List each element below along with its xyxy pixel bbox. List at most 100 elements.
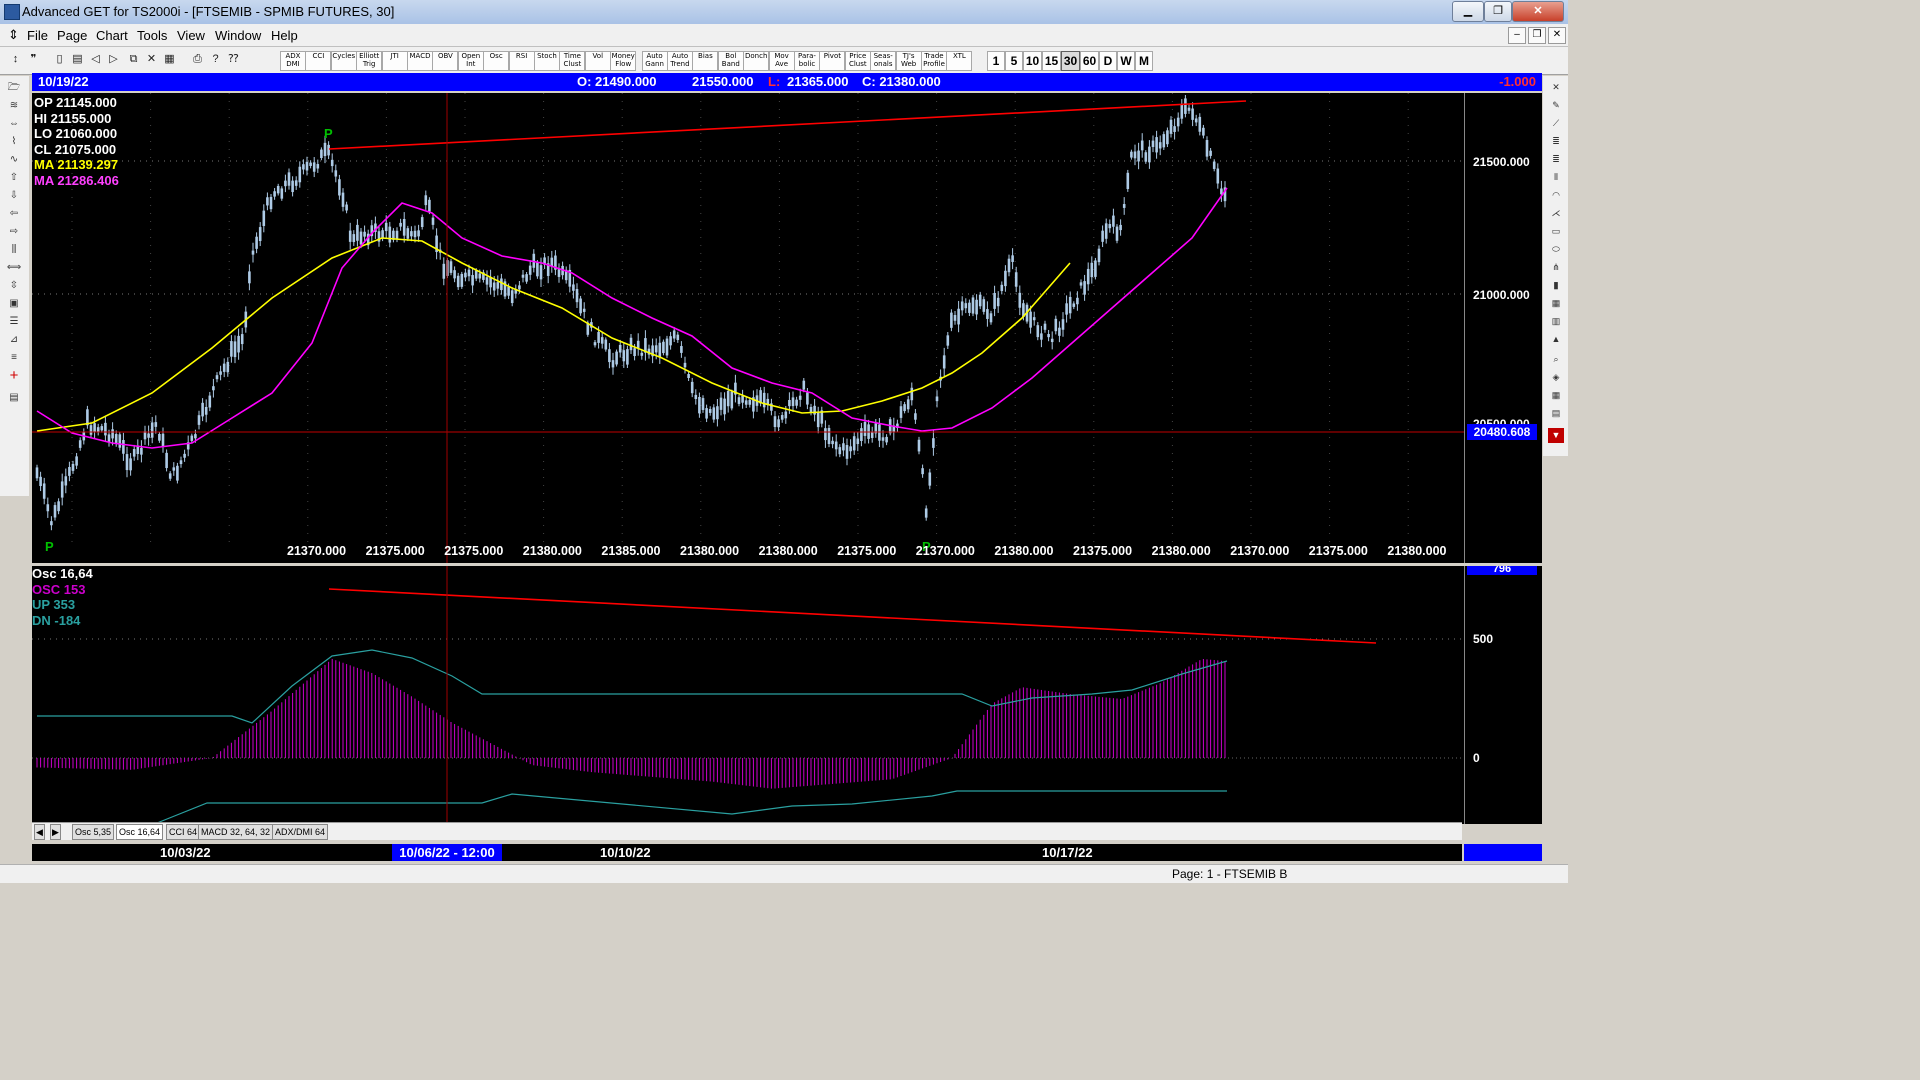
properties-icon[interactable]: ▤ <box>4 390 24 405</box>
timeframe-button-w[interactable]: W <box>1117 51 1135 71</box>
restore-button[interactable]: ❐ <box>1484 1 1512 22</box>
indicator-button-seas-onals[interactable]: Seas-onals <box>870 51 897 71</box>
arrow-up-icon[interactable]: ⇧ <box>4 170 24 185</box>
indicator-button-macd[interactable]: MACD <box>407 51 433 71</box>
indicator-button-elliott-trig[interactable]: Elliott Trig <box>356 51 383 71</box>
calendar-icon[interactable]: ▦ <box>1548 388 1564 403</box>
close-tool-icon[interactable]: ✕ <box>1548 80 1564 95</box>
mdi-minimize-button[interactable]: – <box>1508 27 1526 44</box>
indicator-button-auto-gann[interactable]: Auto Gann <box>641 51 668 71</box>
indicator-button-para-bolic[interactable]: Para-bolic <box>794 51 820 71</box>
folder-icon[interactable]: 🗁 <box>4 80 24 95</box>
indicator-button-adx-dmi[interactable]: ADX DMI <box>280 51 306 71</box>
indicator-button-bol-band[interactable]: Bol Band <box>717 51 744 71</box>
text-tool-icon[interactable]: ▲ <box>1548 332 1564 347</box>
back-icon[interactable]: ◁ <box>88 52 103 67</box>
box-icon[interactable]: ▣ <box>4 296 24 311</box>
zoom-icon[interactable]: ⌕ <box>1548 352 1564 367</box>
timeframe-button-60[interactable]: 60 <box>1080 51 1099 71</box>
open-icon[interactable]: ▤ <box>70 52 85 67</box>
indicator-button-pivot[interactable]: Pivot <box>819 51 846 71</box>
tab-adx-dmi[interactable]: ADX/DMI 64 <box>272 824 329 840</box>
timeframe-button-15[interactable]: 15 <box>1042 51 1061 71</box>
tool-zigzag-icon[interactable]: ≋ <box>4 98 24 113</box>
tab-scroll-left[interactable]: ◀ <box>34 824 45 840</box>
delete-icon[interactable]: ✕ <box>144 52 159 67</box>
mdi-restore-button[interactable]: ❐ <box>1528 27 1546 44</box>
fib-ret-icon[interactable]: ≣ <box>1548 134 1564 149</box>
quote-icon[interactable]: ❞ <box>26 52 41 67</box>
fan-icon[interactable]: ⋌ <box>1548 206 1564 221</box>
forward-icon[interactable]: ▷ <box>106 52 121 67</box>
price-chart[interactable]: OP 21145.000 HI 21155.000 LO 21060.000 C… <box>32 93 1542 563</box>
resistance-trendline[interactable] <box>328 100 1247 150</box>
pitchfork-icon[interactable]: ⋔ <box>1548 260 1564 275</box>
indicator-button-open-int[interactable]: Open Int <box>457 51 484 71</box>
timeframe-button-10[interactable]: 10 <box>1023 51 1042 71</box>
channel-icon[interactable]: ▭ <box>1548 224 1564 239</box>
bars-icon[interactable]: ⫼ <box>4 242 24 257</box>
menu-file[interactable]: File <box>27 28 48 43</box>
indicator-button-auto-trend[interactable]: Auto Trend <box>667 51 693 71</box>
new-icon[interactable]: ▯ <box>52 52 67 67</box>
indicator-button-mov-ave[interactable]: Mov Ave <box>768 51 795 71</box>
crosshair-icon[interactable]: + <box>4 368 24 383</box>
indicator-button-obv[interactable]: OBV <box>432 51 459 71</box>
tab-scroll-right[interactable]: ▶ <box>50 824 61 840</box>
timeframe-button-1[interactable]: 1 <box>987 51 1005 71</box>
close-button[interactable]: ✕ <box>1512 1 1564 22</box>
tab-osc-16-64[interactable]: Osc 16,64 <box>116 824 164 840</box>
expand-horizontal-icon[interactable]: ⟺ <box>4 260 24 275</box>
tab-macd[interactable]: MACD 32, 64, 32 <box>198 824 274 840</box>
mob-icon[interactable]: ▥ <box>1548 314 1564 329</box>
indicator-button-trade-profile[interactable]: Trade Profile <box>921 51 947 71</box>
print-icon[interactable]: ⎙ <box>190 52 205 67</box>
copy-icon[interactable]: ⧉ <box>126 52 141 67</box>
arc-icon[interactable]: ◠ <box>1548 188 1564 203</box>
gann-icon[interactable]: ⊿ <box>4 332 24 347</box>
indicator-button-bias[interactable]: Bias <box>692 51 719 71</box>
indicator-button-price-clust[interactable]: Price Clust <box>844 51 871 71</box>
oscillator-chart[interactable]: Osc 16,64 OSC 153 UP 353 DN -184 796 500… <box>32 566 1542 824</box>
indicator-button-stoch[interactable]: Stoch <box>534 51 560 71</box>
timeframe-button-d[interactable]: D <box>1099 51 1117 71</box>
indicator-button-xtl[interactable]: XTL <box>946 51 973 71</box>
indicator-button-vol[interactable]: Vol <box>584 51 611 71</box>
ellipse-icon[interactable]: ⬭ <box>1548 242 1564 257</box>
indicator-button-time-clust[interactable]: Time Clust <box>559 51 586 71</box>
mdi-close-button[interactable]: ✕ <box>1548 27 1566 44</box>
reset-icon[interactable]: ⇔ <box>4 116 24 131</box>
menu-help[interactable]: Help <box>271 28 298 43</box>
timeframe-button-m[interactable]: M <box>1135 51 1153 71</box>
menu-view[interactable]: View <box>177 28 205 43</box>
menu-page[interactable]: Page <box>57 28 87 43</box>
pti-icon[interactable]: ▮ <box>1548 278 1564 293</box>
elliott-icon[interactable]: ∿ <box>4 152 24 167</box>
fib-ext-icon[interactable]: ≣ <box>1548 152 1564 167</box>
grid-tool-icon[interactable]: ▦ <box>1548 296 1564 311</box>
study-icon[interactable]: ⌇ <box>4 134 24 149</box>
fib-icon[interactable]: ≡ <box>4 350 24 365</box>
list-icon[interactable]: ▤ <box>1548 406 1564 421</box>
oscillator-canvas[interactable] <box>32 566 1542 824</box>
indicator-button-donch[interactable]: Donch <box>743 51 770 71</box>
grid-icon[interactable]: ▦ <box>162 52 177 67</box>
menu-chart[interactable]: Chart <box>96 28 128 43</box>
indicator-button-osc[interactable]: Osc <box>483 51 510 71</box>
paint-icon[interactable]: ◈ <box>1548 370 1564 385</box>
timeframe-button-5[interactable]: 5 <box>1005 51 1023 71</box>
lines-icon[interactable]: ☰ <box>4 314 24 329</box>
menu-tools[interactable]: Tools <box>137 28 167 43</box>
oscillator-trendline[interactable] <box>328 588 1377 644</box>
minimize-button[interactable]: ▁ <box>1452 1 1484 22</box>
context-help-icon[interactable]: ⁇ <box>226 52 241 67</box>
menu-window[interactable]: Window <box>215 28 261 43</box>
arrow-down-icon[interactable]: ⇩ <box>4 188 24 203</box>
price-scale[interactable]: 21500.000 21000.000 20500.000 20480.608 <box>1464 93 1542 563</box>
oscillator-scale[interactable]: 796 500 0 <box>1464 566 1542 824</box>
expand-vertical-icon[interactable]: ⇳ <box>4 278 24 293</box>
fib-time-icon[interactable]: ⫴ <box>1548 170 1564 185</box>
arrow-left-icon[interactable]: ⇦ <box>4 206 24 221</box>
tab-cci-64[interactable]: CCI 64 <box>166 824 201 840</box>
timeframe-button-30[interactable]: 30 <box>1061 51 1080 71</box>
